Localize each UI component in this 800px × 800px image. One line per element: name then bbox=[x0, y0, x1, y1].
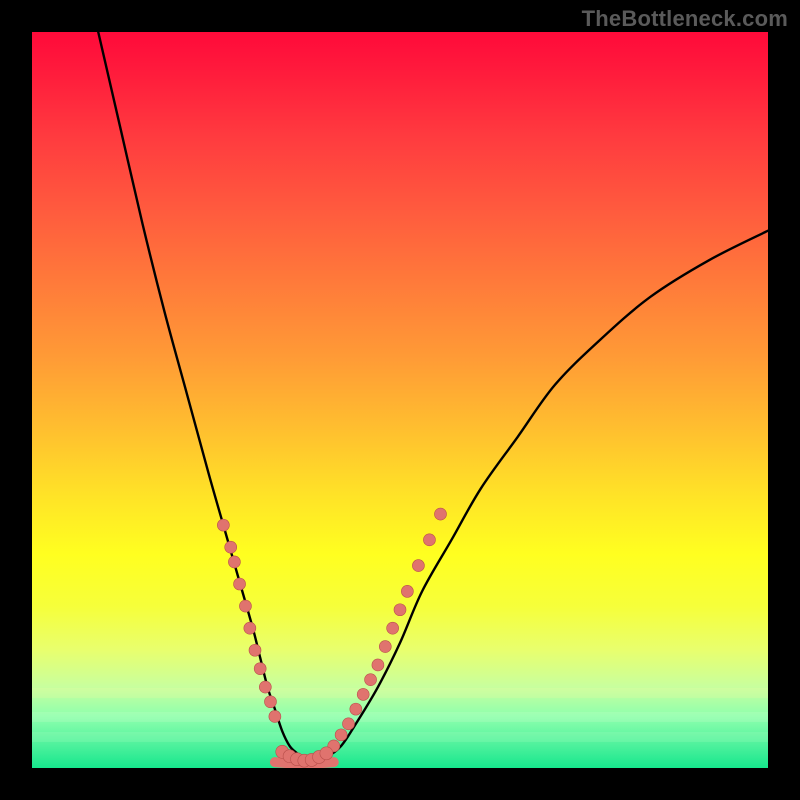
data-point bbox=[328, 740, 340, 752]
data-point bbox=[320, 747, 333, 760]
curve-svg bbox=[32, 32, 768, 768]
data-point bbox=[394, 604, 406, 616]
data-point bbox=[313, 750, 326, 763]
data-point bbox=[217, 519, 229, 531]
data-point bbox=[342, 718, 354, 730]
data-point bbox=[372, 659, 384, 671]
plot-area bbox=[32, 32, 768, 768]
dots-valley bbox=[276, 745, 333, 767]
data-point bbox=[254, 663, 266, 675]
data-point bbox=[276, 745, 289, 758]
data-point bbox=[269, 710, 281, 722]
data-point bbox=[379, 641, 391, 653]
data-point bbox=[434, 508, 446, 520]
gradient-band bbox=[32, 688, 768, 698]
valley-stroke bbox=[275, 762, 334, 763]
data-point bbox=[264, 696, 276, 708]
curve-line bbox=[98, 32, 768, 761]
data-point bbox=[365, 674, 377, 686]
data-point bbox=[305, 753, 318, 766]
dots-right-arm bbox=[328, 508, 447, 752]
data-point bbox=[244, 622, 256, 634]
data-point bbox=[225, 541, 237, 553]
data-point bbox=[350, 703, 362, 715]
gradient-band bbox=[32, 732, 768, 742]
watermark-text: TheBottleneck.com bbox=[582, 6, 788, 32]
dots-left-arm bbox=[217, 519, 281, 722]
chart-container: TheBottleneck.com bbox=[0, 0, 800, 800]
data-point bbox=[239, 600, 251, 612]
data-point bbox=[249, 644, 261, 656]
data-point bbox=[234, 578, 246, 590]
data-point bbox=[298, 754, 311, 767]
data-point bbox=[283, 750, 296, 763]
data-point bbox=[401, 585, 413, 597]
data-point bbox=[228, 556, 240, 568]
gradient-band bbox=[32, 712, 768, 722]
data-point bbox=[387, 622, 399, 634]
data-point bbox=[412, 560, 424, 572]
data-point bbox=[290, 753, 303, 766]
data-point bbox=[259, 681, 271, 693]
data-point bbox=[335, 729, 347, 741]
data-point bbox=[357, 688, 369, 700]
data-point bbox=[423, 534, 435, 546]
